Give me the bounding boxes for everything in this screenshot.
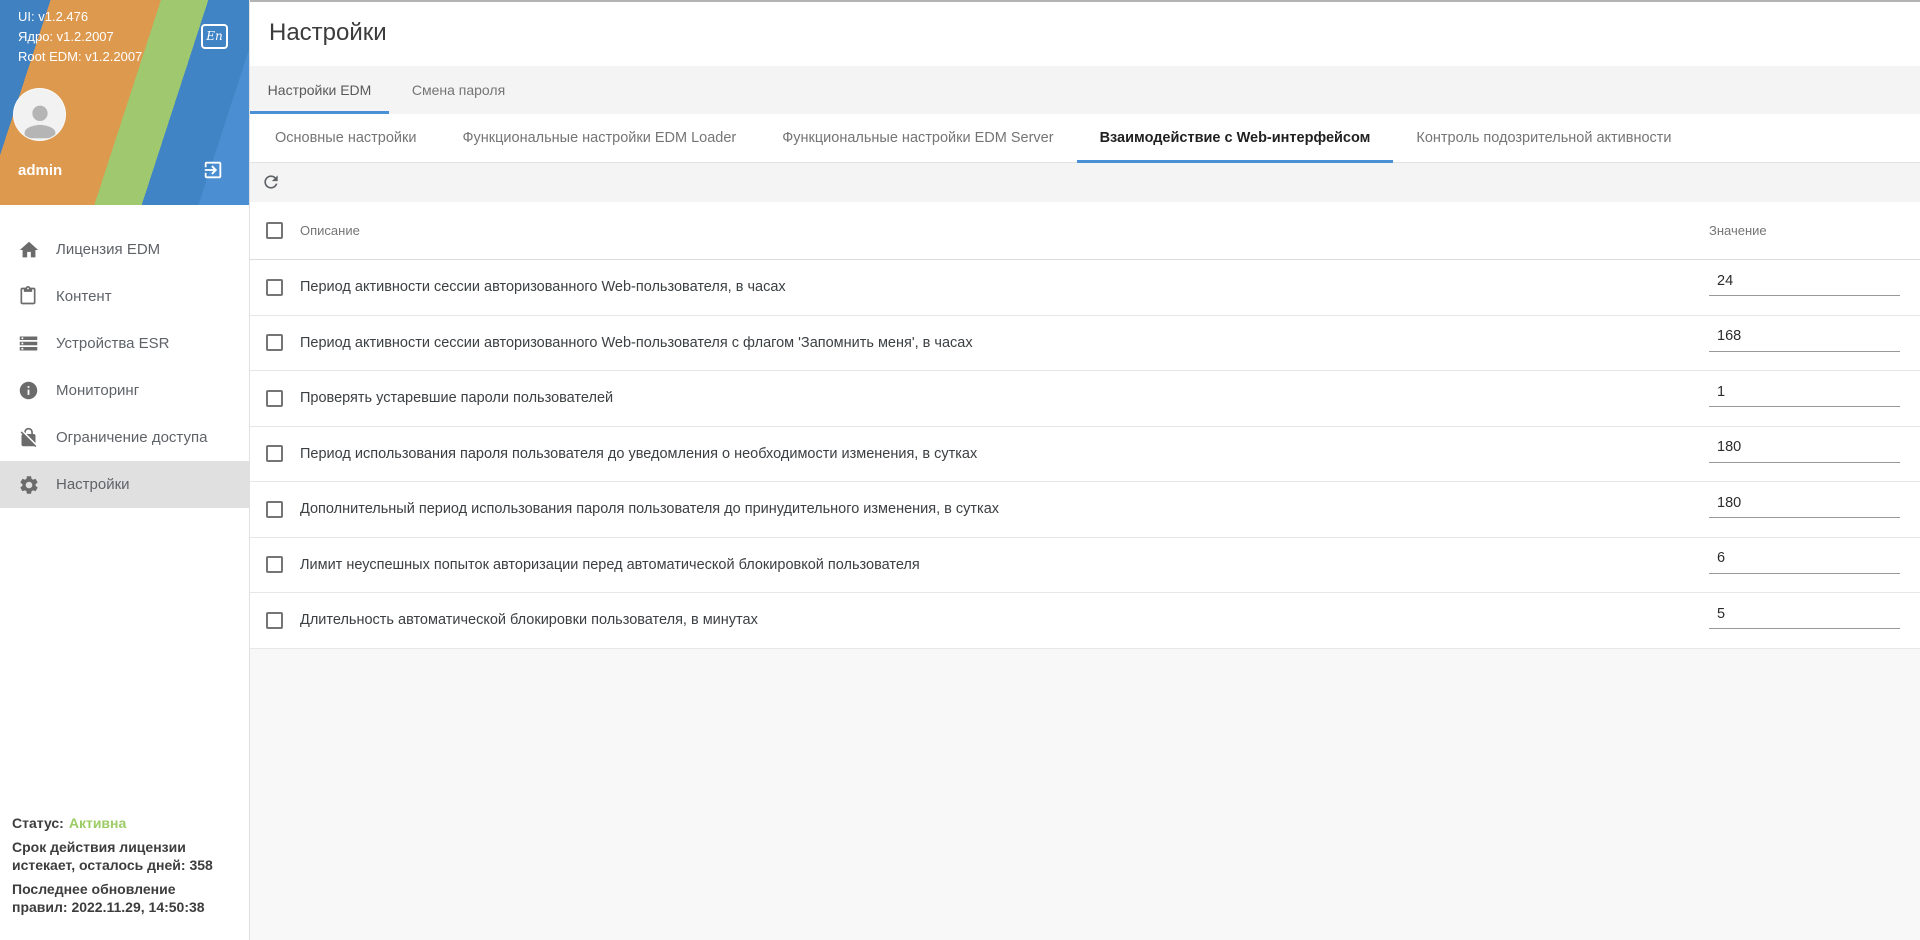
setting-description: Период активности сессии авторизованного… bbox=[300, 334, 973, 351]
setting-description: Период использования пароля пользователя… bbox=[300, 445, 978, 462]
tab-web-interface-interaction[interactable]: Взаимодействие с Web-интерфейсом bbox=[1076, 114, 1394, 163]
sidebar-menu: Лицензия EDM Контент Устройства ESR Мони… bbox=[0, 226, 249, 508]
value-input[interactable] bbox=[1709, 272, 1900, 297]
status-value: Активна bbox=[68, 815, 127, 831]
select-all-checkbox[interactable] bbox=[266, 222, 283, 239]
page-title: Настройки bbox=[269, 19, 387, 46]
last-update-text: Последнее обновление правил: 2022.11.29,… bbox=[12, 881, 205, 915]
table-body: Период активности сессии авторизованного… bbox=[250, 260, 1920, 649]
row-checkbox[interactable] bbox=[266, 278, 283, 296]
table-toolbar bbox=[250, 163, 1920, 202]
sidebar-header: UI: v1.2.476 Ядро: v1.2.2007 Root EDM: v… bbox=[0, 0, 249, 205]
tab-settings-edm[interactable]: Настройки EDM bbox=[250, 66, 389, 114]
tab-suspicious-activity-control[interactable]: Контроль подозрительной активности bbox=[1393, 114, 1694, 162]
tab-basic-settings[interactable]: Основные настройки bbox=[252, 114, 439, 162]
table-header: Описание Значение bbox=[250, 202, 1920, 260]
license-status-block: Статус: Активна Срок действия лицензии ис… bbox=[12, 814, 240, 916]
table-row: Лимит неуспешных попыток авторизации пер… bbox=[250, 538, 1920, 593]
no-access-icon bbox=[18, 427, 40, 449]
table-row: Длительность автоматической блокировки п… bbox=[250, 593, 1920, 649]
home-icon bbox=[18, 239, 40, 261]
row-checkbox[interactable] bbox=[266, 500, 283, 518]
column-header-description: Описание bbox=[300, 223, 360, 238]
sidebar-item-devices-esr[interactable]: Устройства ESR bbox=[0, 320, 249, 367]
tab-edm-server-settings[interactable]: Функциональные настройки EDM Server bbox=[759, 114, 1076, 162]
row-checkbox[interactable] bbox=[266, 334, 283, 352]
clipboard-icon bbox=[18, 285, 40, 308]
secondary-tabs: Основные настройки Функциональные настро… bbox=[250, 114, 1920, 163]
table-row: Проверять устаревшие пароли пользователе… bbox=[250, 371, 1920, 427]
version-core: Ядро: v1.2.2007 bbox=[18, 29, 114, 44]
version-root-edm: Root EDM: v1.2.2007 bbox=[18, 49, 143, 64]
setting-description: Дополнительный период использования паро… bbox=[300, 501, 1000, 518]
row-checkbox[interactable] bbox=[266, 389, 283, 407]
value-input[interactable] bbox=[1709, 438, 1900, 463]
primary-tabs: Настройки EDM Смена пароля bbox=[250, 66, 1920, 114]
table-row: Период активности сессии авторизованного… bbox=[250, 260, 1920, 316]
tab-edm-loader-settings[interactable]: Функциональные настройки EDM Loader bbox=[439, 114, 759, 162]
table-row: Период активности сессии авторизованного… bbox=[250, 316, 1920, 371]
sidebar-item-label: Настройки bbox=[56, 476, 130, 493]
sidebar-item-license-edm[interactable]: Лицензия EDM bbox=[0, 226, 249, 273]
status-line: Статус: Активна bbox=[12, 814, 240, 832]
avatar bbox=[13, 88, 66, 141]
sidebar-item-label: Ограничение доступа bbox=[56, 429, 208, 446]
sidebar: UI: v1.2.476 Ядро: v1.2.2007 Root EDM: v… bbox=[0, 0, 250, 940]
setting-description: Лимит неуспешных попыток авторизации пер… bbox=[300, 556, 920, 573]
tab-change-password[interactable]: Смена пароля bbox=[389, 66, 528, 114]
storage-icon bbox=[18, 333, 40, 355]
language-toggle-button[interactable]: En bbox=[201, 24, 228, 49]
app-window: UI: v1.2.476 Ядро: v1.2.2007 Root EDM: v… bbox=[0, 0, 1920, 940]
setting-description: Период активности сессии авторизованного… bbox=[300, 279, 786, 296]
column-header-value: Значение bbox=[1709, 223, 1767, 238]
license-expiry-text: Срок действия лицензии истекает, осталос… bbox=[12, 839, 213, 873]
logout-button[interactable] bbox=[201, 159, 225, 183]
value-input[interactable] bbox=[1709, 327, 1900, 352]
value-input[interactable] bbox=[1709, 494, 1900, 519]
refresh-icon bbox=[261, 174, 281, 195]
person-icon bbox=[24, 105, 55, 139]
row-checkbox[interactable] bbox=[266, 611, 283, 629]
value-input[interactable] bbox=[1709, 549, 1900, 574]
value-input[interactable] bbox=[1709, 605, 1900, 630]
username: admin bbox=[18, 162, 63, 179]
sidebar-item-content[interactable]: Контент bbox=[0, 273, 249, 320]
setting-description: Длительность автоматической блокировки п… bbox=[300, 612, 758, 629]
sidebar-item-label: Лицензия EDM bbox=[56, 241, 161, 258]
row-checkbox[interactable] bbox=[266, 445, 283, 463]
table-row: Дополнительный период использования паро… bbox=[250, 482, 1920, 538]
sidebar-item-monitoring[interactable]: Мониторинг bbox=[0, 367, 249, 414]
sidebar-item-access-restriction[interactable]: Ограничение доступа bbox=[0, 414, 249, 461]
main-content: Настройки Настройки EDM Смена пароля Осн… bbox=[250, 0, 1920, 940]
sidebar-item-label: Устройства ESR bbox=[56, 335, 170, 352]
sidebar-item-label: Контент bbox=[56, 288, 112, 305]
value-input[interactable] bbox=[1709, 383, 1900, 408]
setting-description: Проверять устаревшие пароли пользователе… bbox=[300, 390, 614, 407]
gear-icon bbox=[18, 474, 40, 496]
exit-icon bbox=[202, 161, 224, 184]
status-label: Статус: bbox=[12, 815, 64, 831]
sidebar-item-label: Мониторинг bbox=[56, 382, 140, 399]
version-ui: UI: v1.2.476 bbox=[18, 9, 89, 24]
version-info: UI: v1.2.476 Ядро: v1.2.2007 Root EDM: v… bbox=[18, 7, 142, 67]
titlebar: Настройки bbox=[250, 2, 1920, 66]
content-background bbox=[250, 648, 1920, 940]
info-icon bbox=[18, 380, 40, 402]
row-checkbox[interactable] bbox=[266, 556, 283, 574]
refresh-button[interactable] bbox=[260, 172, 282, 194]
sidebar-item-settings[interactable]: Настройки bbox=[0, 461, 249, 508]
table-row: Период использования пароля пользователя… bbox=[250, 427, 1920, 482]
